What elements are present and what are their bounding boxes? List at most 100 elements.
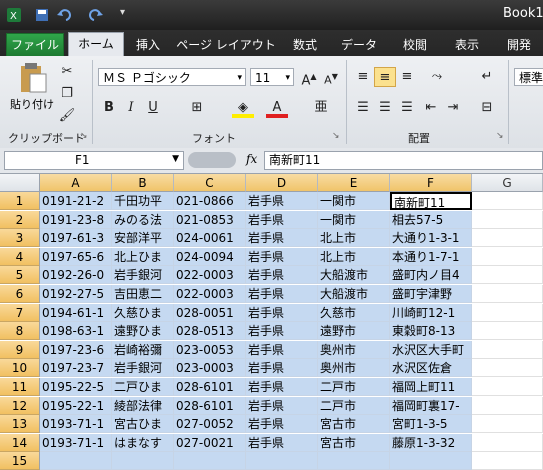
- cell[interactable]: 大船渡市: [318, 266, 390, 285]
- row-header[interactable]: 4: [0, 247, 40, 266]
- number-format-combo[interactable]: 標準: [514, 68, 543, 86]
- cell[interactable]: 0197-23-7: [40, 359, 112, 378]
- cell[interactable]: 0197-65-6: [40, 247, 112, 266]
- cell[interactable]: 遠野ひま: [112, 322, 174, 341]
- cell[interactable]: 本通り1-7-1: [390, 247, 472, 266]
- cell[interactable]: 0193-71-1: [40, 433, 112, 452]
- tab-developer[interactable]: 開発: [498, 34, 540, 56]
- cell[interactable]: 相去57-5: [390, 210, 472, 229]
- cell[interactable]: 岩手県: [246, 322, 318, 341]
- cell[interactable]: [472, 285, 543, 303]
- redo-icon[interactable]: [86, 7, 103, 23]
- cell[interactable]: 028-6101: [174, 378, 246, 396]
- column-header-b[interactable]: B: [112, 174, 174, 192]
- cell[interactable]: 0198-63-1: [40, 322, 112, 341]
- border-icon[interactable]: ⊞: [186, 98, 208, 118]
- row-header[interactable]: 3: [0, 229, 40, 248]
- cell[interactable]: 川崎町12-1: [390, 303, 472, 322]
- row-header[interactable]: 13: [0, 415, 40, 434]
- cell[interactable]: 024-0094: [174, 247, 246, 266]
- column-header-a[interactable]: A: [40, 174, 112, 192]
- wrap-text-icon[interactable]: ↵: [476, 67, 498, 87]
- cell[interactable]: 021-0866: [174, 192, 246, 210]
- orientation-icon[interactable]: ⤳: [426, 67, 448, 87]
- row-header[interactable]: 6: [0, 285, 40, 303]
- cell[interactable]: 岩手銀河: [112, 359, 174, 378]
- cell[interactable]: 0195-22-1: [40, 396, 112, 415]
- cell[interactable]: 安部洋平: [112, 229, 174, 248]
- cell[interactable]: 岩手県: [246, 266, 318, 285]
- align-bottom-icon[interactable]: ≡: [396, 67, 418, 87]
- select-all-corner[interactable]: [0, 174, 40, 192]
- cell[interactable]: [472, 452, 543, 470]
- cell[interactable]: 岩手県: [246, 229, 318, 248]
- cell[interactable]: 021-0853: [174, 210, 246, 229]
- row-header[interactable]: 5: [0, 266, 40, 285]
- fx-icon[interactable]: fx: [246, 152, 257, 166]
- row-header[interactable]: 2: [0, 210, 40, 229]
- cell[interactable]: 岩手県: [246, 396, 318, 415]
- cell[interactable]: 盛町宇津野: [390, 285, 472, 303]
- shrink-font-icon[interactable]: A▼: [320, 67, 342, 87]
- cell[interactable]: [390, 452, 472, 470]
- cell[interactable]: 大船渡市: [318, 285, 390, 303]
- cell[interactable]: 久慈ひま: [112, 303, 174, 322]
- undo-icon[interactable]: [56, 7, 72, 23]
- cell[interactable]: 二戸ひま: [112, 378, 174, 396]
- cell[interactable]: 二戸市: [318, 378, 390, 396]
- cell[interactable]: [246, 452, 318, 470]
- bold-icon[interactable]: B: [98, 98, 120, 118]
- cell[interactable]: 022-0003: [174, 285, 246, 303]
- cell[interactable]: 028-0513: [174, 322, 246, 341]
- column-header-g[interactable]: G: [472, 174, 543, 192]
- row-header[interactable]: 9: [0, 340, 40, 359]
- fill-color-icon[interactable]: ◈: [232, 98, 254, 118]
- merge-center-icon[interactable]: ⊟: [476, 98, 498, 118]
- font-name-combo[interactable]: ＭＳ Ｐゴシック ▾: [98, 68, 246, 86]
- cell[interactable]: 岩崎裕彌: [112, 340, 174, 359]
- cell[interactable]: 遠野市: [318, 322, 390, 341]
- cell[interactable]: 福岡町裏17-: [390, 396, 472, 415]
- cell[interactable]: 岩手県: [246, 285, 318, 303]
- cell[interactable]: [472, 340, 543, 359]
- row-header[interactable]: 14: [0, 433, 40, 452]
- cell[interactable]: 宮古市: [318, 415, 390, 434]
- cell[interactable]: [472, 210, 543, 229]
- cell[interactable]: 027-0052: [174, 415, 246, 434]
- cell[interactable]: 0192-26-0: [40, 266, 112, 285]
- cell[interactable]: 北上市: [318, 229, 390, 248]
- phonetic-icon[interactable]: 亜: [310, 98, 332, 118]
- cell[interactable]: 吉田恵二: [112, 285, 174, 303]
- cell[interactable]: 久慈市: [318, 303, 390, 322]
- cell[interactable]: みのる法: [112, 210, 174, 229]
- cell[interactable]: 北上ひま: [112, 247, 174, 266]
- cell[interactable]: 大通り1-3-1: [390, 229, 472, 248]
- cell[interactable]: [112, 452, 174, 470]
- row-header[interactable]: 11: [0, 378, 40, 396]
- cell[interactable]: 奥州市: [318, 340, 390, 359]
- cell[interactable]: 盛町内ノ目4: [390, 266, 472, 285]
- italic-icon[interactable]: I: [120, 98, 142, 118]
- align-middle-icon[interactable]: ≡: [374, 67, 396, 87]
- cell[interactable]: 0197-23-6: [40, 340, 112, 359]
- cell[interactable]: [472, 378, 543, 396]
- cell[interactable]: 023-0053: [174, 340, 246, 359]
- increase-indent-icon[interactable]: ⇥: [442, 98, 464, 118]
- font-color-icon[interactable]: A: [266, 98, 288, 118]
- tab-formulas[interactable]: 数式: [284, 34, 326, 56]
- cell[interactable]: 0197-61-3: [40, 229, 112, 248]
- cell[interactable]: 027-0021: [174, 433, 246, 452]
- tab-view[interactable]: 表示: [446, 34, 488, 56]
- grow-font-icon[interactable]: A▲: [298, 67, 320, 88]
- cell[interactable]: 岩手県: [246, 359, 318, 378]
- alignment-launcher-icon[interactable]: ↘: [496, 131, 504, 141]
- cell[interactable]: 北上市: [318, 247, 390, 266]
- cell[interactable]: 028-6101: [174, 396, 246, 415]
- font-size-combo[interactable]: 11 ▾: [250, 68, 294, 86]
- cell[interactable]: 022-0003: [174, 266, 246, 285]
- cell[interactable]: [472, 322, 543, 341]
- active-cell[interactable]: 南新町11: [390, 192, 472, 210]
- cell[interactable]: 宮古市: [318, 433, 390, 452]
- align-left-icon[interactable]: ☰: [352, 98, 374, 118]
- cell[interactable]: 0194-61-1: [40, 303, 112, 322]
